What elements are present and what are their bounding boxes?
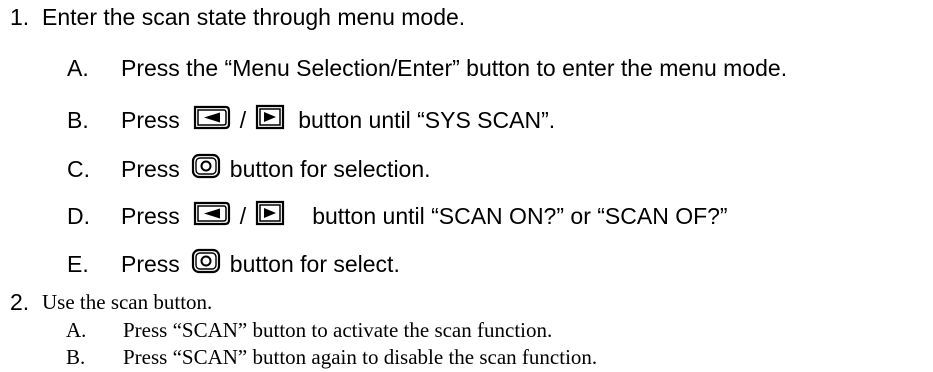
substep-letter: C. (67, 155, 90, 182)
step-number: 2. (10, 289, 30, 315)
substep-1e: E. Press button for select. (67, 247, 400, 281)
substep-1b: B. Press / button until “SYS SCAN”. (67, 103, 555, 137)
step-1: 1. Enter the scan state through menu mod… (10, 4, 465, 31)
step-title: Enter the scan state through menu mode. (42, 4, 466, 30)
substep-text-post: button for selection. (229, 155, 431, 182)
substep-text: Press “SCAN” button to activate the scan… (123, 318, 553, 342)
right-arrow-button-icon (254, 103, 286, 137)
substep-letter: A. (66, 318, 87, 342)
step-2: 2. Use the scan button. (10, 289, 212, 316)
substep-2b: B. Press “SCAN” button again to disable … (66, 345, 597, 370)
separator: / (239, 202, 247, 229)
substep-letter: A. (67, 55, 89, 81)
substep-1c: C. Press button for selection. (67, 152, 431, 186)
substep-1d: D. Press / button until “SCAN ON?” or “S… (67, 199, 728, 233)
step-number: 1. (10, 4, 30, 30)
substep-letter: E. (67, 250, 89, 277)
substep-2a: A. Press “SCAN” button to activate the s… (66, 318, 552, 343)
substep-text-pre: Press (121, 106, 180, 133)
right-arrow-button-icon (254, 199, 286, 233)
substep-letter: D. (67, 202, 90, 229)
substep-1a: A. Press the “Menu Selection/Enter” butt… (67, 55, 787, 82)
substep-text-pre: Press (121, 155, 180, 182)
substep-text-pre: Press (121, 250, 180, 277)
substep-letter: B. (66, 345, 86, 369)
select-button-icon (190, 152, 222, 186)
substep-text: Press “SCAN” button again to disable the… (123, 345, 598, 369)
select-button-icon (190, 247, 222, 281)
substep-text: Press the “Menu Selection/Enter” button … (121, 55, 788, 81)
substep-text-post: button for select. (229, 250, 400, 277)
step-title: Use the scan button. (42, 290, 213, 314)
left-arrow-button-icon (192, 103, 232, 137)
substep-text-post: button until “SYS SCAN”. (298, 106, 556, 133)
substep-text-post: button until “SCAN ON?” or “SCAN OF?” (312, 202, 728, 229)
substep-letter: B. (67, 106, 89, 133)
substep-text-pre: Press (121, 202, 180, 229)
separator: / (239, 106, 247, 133)
left-arrow-button-icon (192, 199, 232, 233)
